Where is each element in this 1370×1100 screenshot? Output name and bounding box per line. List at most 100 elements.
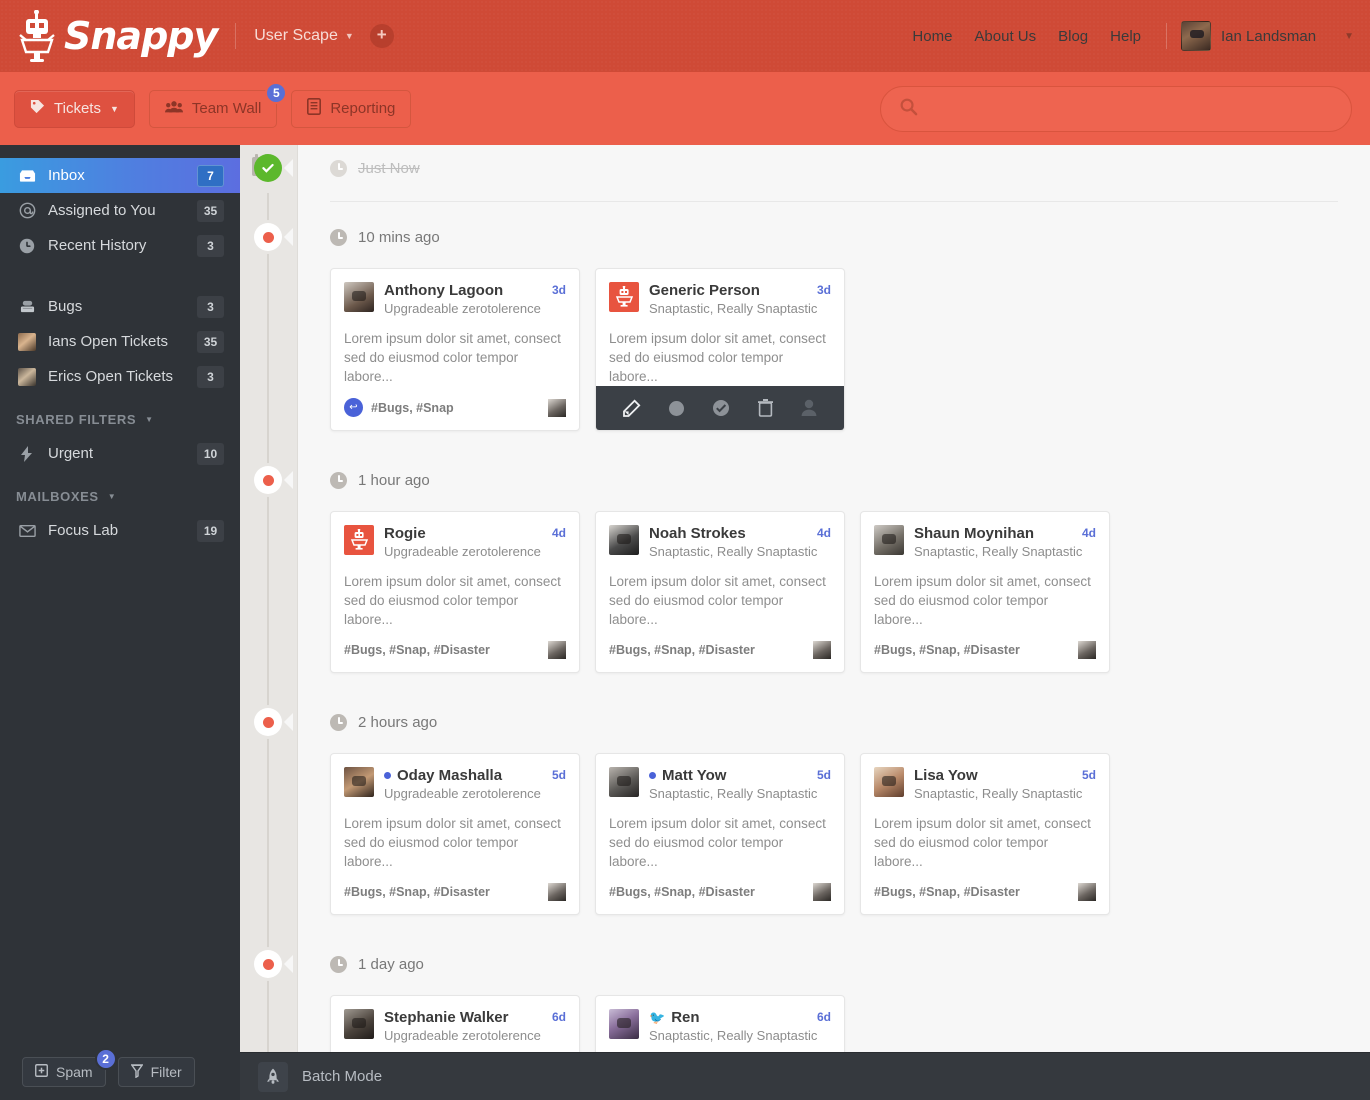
sidebar-item-urgent[interactable]: Urgent 10 bbox=[0, 436, 240, 471]
team-wall-button[interactable]: Team Wall 5 bbox=[148, 81, 288, 128]
search-input[interactable] bbox=[930, 100, 1333, 117]
avatar bbox=[609, 525, 639, 555]
ticket-card[interactable]: 🐦 Ren 6d Snaptastic, Really SnaptasticLorem… bbox=[595, 995, 845, 1052]
sidebar-item-count: 35 bbox=[197, 330, 224, 353]
ticket-age: 5d bbox=[816, 768, 831, 782]
ticket-age: 4d bbox=[551, 526, 566, 540]
filter-button[interactable]: Filter bbox=[117, 1057, 195, 1087]
ticket-card[interactable]: Rogie 4d Upgradeable zerotolerence Lorem ip… bbox=[330, 511, 580, 673]
spam-button[interactable]: Spam 2 bbox=[22, 1048, 117, 1087]
spam-icon bbox=[35, 1064, 48, 1080]
chevron-down-icon: ▼ bbox=[1344, 30, 1354, 42]
ticket-card-header: Rogie 4d Upgradeable zerotolerence bbox=[331, 512, 579, 560]
ticket-excerpt: Lorem ipsum dolor sit amet, consect sed … bbox=[344, 574, 561, 627]
user-menu[interactable]: Ian Landsman ▼ bbox=[1181, 21, 1354, 51]
tickets-label: Tickets bbox=[54, 100, 101, 117]
brand-logo[interactable]: Snappy bbox=[18, 10, 218, 62]
ticket-sender-row: Anthony Lagoon 3d bbox=[384, 282, 566, 299]
nav-link-blog[interactable]: Blog bbox=[1058, 28, 1088, 45]
trash-icon[interactable] bbox=[758, 399, 773, 417]
ticket-subject: Snaptastic, Really Snaptastic bbox=[649, 1028, 818, 1043]
ticket-sender-row: Oday Mashalla 5d bbox=[384, 767, 566, 784]
timeline-marker-done[interactable] bbox=[254, 154, 282, 182]
mailboxes-header[interactable]: MAILBOXES ▼ bbox=[0, 485, 240, 507]
sidebar-item-recent-history[interactable]: Recent History 3 bbox=[0, 228, 240, 263]
ticket-excerpt: Lorem ipsum dolor sit amet, consect sed … bbox=[609, 331, 826, 384]
ticket-card-footer: #Bugs, #Snap, #Disaster bbox=[596, 629, 844, 672]
time-group: 2 hours ago Oday Mashalla 5d Upgradeable ze… bbox=[298, 699, 1370, 941]
bottom-bar: Batch Mode bbox=[240, 1052, 1370, 1100]
ticket-card[interactable]: Anthony Lagoon 3d Upgradeable zerotolerenc… bbox=[330, 268, 580, 431]
timeline-notch bbox=[284, 228, 293, 246]
ticket-age: 4d bbox=[1081, 526, 1096, 540]
nav-link-home[interactable]: Home bbox=[912, 28, 952, 45]
assignee-avatar bbox=[548, 641, 566, 659]
time-group: 1 hour ago Rogie 4d Upgradeable zerotoleren… bbox=[298, 457, 1370, 699]
user-icon[interactable] bbox=[801, 399, 817, 417]
ticket-sender-name: Matt Yow bbox=[662, 767, 727, 784]
timeline-notch bbox=[284, 159, 293, 177]
timeline-marker[interactable] bbox=[254, 223, 282, 251]
timeline-marker[interactable] bbox=[254, 708, 282, 736]
chevron-down-icon: ▼ bbox=[344, 31, 354, 41]
sidebar-item-erics-open-tickets[interactable]: Erics Open Tickets 3 bbox=[0, 359, 240, 394]
team-wall-label: Team Wall bbox=[191, 100, 262, 117]
header-divider bbox=[235, 23, 237, 49]
time-group-header: 1 day ago bbox=[322, 941, 1346, 987]
ticket-subject: Upgradeable zerotolerence bbox=[384, 786, 541, 801]
top-header: Snappy User Scape ▼ + Home About Us Blog… bbox=[0, 0, 1370, 72]
timeline-marker[interactable] bbox=[254, 950, 282, 978]
circle-icon[interactable] bbox=[669, 400, 684, 416]
sidebar-item-focus-lab[interactable]: Focus Lab 19 bbox=[0, 513, 240, 548]
ticket-subject: Upgradeable zerotolerence bbox=[384, 1028, 541, 1043]
search-icon bbox=[899, 97, 918, 121]
sidebar-item-label: Assigned to You bbox=[48, 202, 156, 219]
search-bar[interactable] bbox=[880, 85, 1352, 132]
time-group-label: 1 hour ago bbox=[358, 471, 430, 489]
avatar bbox=[344, 282, 374, 312]
nav-link-about[interactable]: About Us bbox=[974, 28, 1036, 45]
ticket-excerpt: Lorem ipsum dolor sit amet, consect sed … bbox=[609, 816, 826, 869]
time-group-label: 2 hours ago bbox=[358, 713, 438, 731]
add-button[interactable]: + bbox=[369, 24, 394, 48]
time-group-header: 2 hours ago bbox=[322, 699, 1346, 745]
tickets-button[interactable]: Tickets ▼ bbox=[14, 89, 135, 128]
sidebar-item-inbox[interactable]: Inbox 7 bbox=[0, 158, 240, 193]
ticket-card-row: Rogie 4d Upgradeable zerotolerence Lorem ip… bbox=[322, 503, 1346, 699]
sidebar-item-assigned-to-you[interactable]: Assigned to You 35 bbox=[0, 193, 240, 228]
shared-filters-header[interactable]: SHARED FILTERS ▼ bbox=[0, 408, 240, 430]
check-icon[interactable] bbox=[712, 399, 730, 417]
ticket-card-header: Generic Person 3d Snaptastic, Really Snapt… bbox=[596, 269, 844, 317]
ticket-card[interactable]: Generic Person 3d Snaptastic, Really Snapt… bbox=[595, 268, 845, 431]
sidebar-item-label: Urgent bbox=[48, 445, 94, 462]
document-icon bbox=[307, 98, 322, 119]
ticket-card[interactable]: Stephanie Walker 6d Upgradeable zerotolere… bbox=[330, 995, 580, 1052]
envelope-icon bbox=[16, 524, 38, 537]
sidebar-item-ians-open-tickets[interactable]: Ians Open Tickets 35 bbox=[0, 324, 240, 359]
bug-icon bbox=[16, 299, 38, 314]
time-group-label: 1 day ago bbox=[358, 955, 424, 973]
timeline-marker[interactable] bbox=[254, 466, 282, 494]
assignee-avatar bbox=[548, 398, 566, 417]
group-divider bbox=[330, 201, 1338, 202]
timeline-notch bbox=[284, 713, 293, 731]
main-content: 17 ▼ Just Now 10 mins ago Anthony Lagoon 3d… bbox=[240, 145, 1370, 1052]
ticket-card-footer: #Bugs, #Snap, #Disaster bbox=[331, 871, 579, 914]
logo-text: Snappy bbox=[64, 14, 218, 58]
ticket-subject: Snaptastic, Really Snaptastic bbox=[649, 786, 818, 801]
ticket-tags: #Bugs, #Snap, #Disaster bbox=[344, 885, 490, 899]
scope-selector[interactable]: User Scape ▼ bbox=[254, 27, 354, 45]
rocket-icon[interactable] bbox=[258, 1061, 288, 1092]
sidebar-item-bugs[interactable]: Bugs 3 bbox=[0, 289, 240, 324]
edit-icon[interactable] bbox=[623, 399, 641, 417]
ticket-card[interactable]: Shaun Moynihan 4d Snaptastic, Really Snapt… bbox=[860, 511, 1110, 673]
ticket-card[interactable]: Noah Strokes 4d Snaptastic, Really Snaptas… bbox=[595, 511, 845, 673]
spam-badge: 2 bbox=[94, 1048, 117, 1070]
nav-link-help[interactable]: Help bbox=[1110, 28, 1141, 45]
reporting-button[interactable]: Reporting bbox=[291, 89, 412, 128]
ticket-excerpt: Lorem ipsum dolor sit amet, consect sed … bbox=[874, 816, 1091, 869]
sidebar-item-count: 19 bbox=[197, 519, 224, 542]
ticket-card[interactable]: Matt Yow 5d Snaptastic, Really Snaptastic L… bbox=[595, 753, 845, 915]
ticket-card[interactable]: Lisa Yow 5d Snaptastic, Really Snaptastic L… bbox=[860, 753, 1110, 915]
ticket-card[interactable]: Oday Mashalla 5d Upgradeable zerotolerence… bbox=[330, 753, 580, 915]
